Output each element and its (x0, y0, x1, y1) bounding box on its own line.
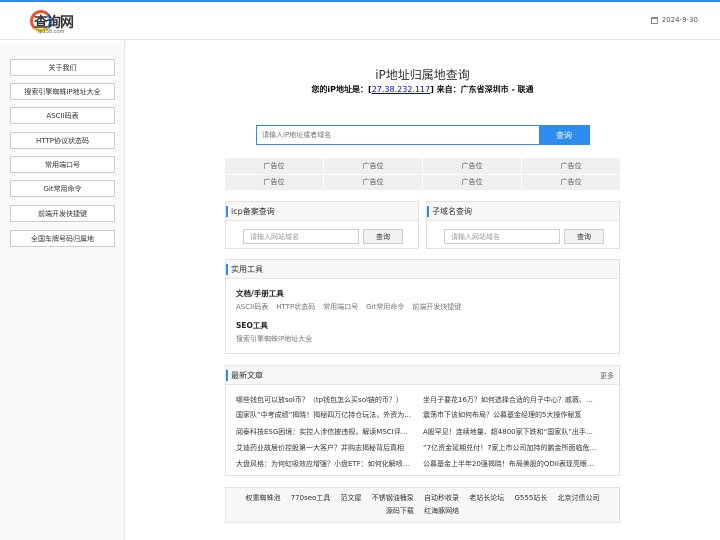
news-item[interactable]: A股罕见！连续地量、超4800家下跌和“国家队”出手，竟... (423, 427, 598, 437)
ad-slot[interactable]: 广告位 (324, 174, 422, 190)
ip-suffix: ] 来自：广东省深圳市 - 联通 (430, 85, 534, 94)
friend-link[interactable]: 自动秒收录 (424, 494, 459, 502)
subdomain-panel: 子域名查询 请输入网站域名 查询 (426, 201, 620, 249)
sidebar: 关于我们 搜索引擎蜘蛛IP地址大全 ASCII码表 HTTP协议状态码 常用端口… (0, 41, 125, 540)
header: 查询网 ip138.com 2024-9-30 (0, 2, 720, 40)
page-title: iP地址归属地查询 (375, 68, 470, 82)
news-item[interactable]: 阅泰科技ESG困境：实控人涉信披违规，解读MSCI评分... (236, 427, 411, 437)
seo-tools-links: 搜索引擎蜘蛛IP地址大全 (236, 334, 312, 344)
sidebar-item-about[interactable]: 关于我们 (10, 59, 115, 76)
news-item[interactable]: 公募基金上半年20强揭晓！布局美股的QDII表现亮眼！... (423, 459, 598, 469)
doc-tools-title: 文档/手册工具 (236, 289, 284, 298)
sidebar-item-plates[interactable]: 全国车牌号码归属地 (10, 230, 115, 247)
tools-panel: 实用工具 文档/手册工具 ASCII码表 HTTP状态码 常用端口号 Git常用… (225, 259, 620, 354)
tool-link-ports[interactable]: 常用端口号 (323, 302, 358, 312)
tool-link-ascii[interactable]: ASCII码表 (236, 302, 268, 312)
ad-slot[interactable]: 广告位 (423, 158, 521, 174)
date-text: 2024-9-30 (661, 16, 698, 24)
icp-search-row: 请输入网站域名 查询 (243, 229, 403, 244)
calendar-icon (650, 16, 658, 24)
news-item[interactable]: 哪些钱包可以放sol币？（tp钱包怎么买sol链的币？） (236, 395, 411, 405)
logo-subtext: ip138.com (38, 29, 65, 35)
sidebar-item-git[interactable]: Git常用命令 (10, 180, 115, 197)
news-panel: 最新文章 更多 哪些钱包可以放sol币？（tp钱包怎么买sol链的币？） 坐月子… (225, 365, 620, 476)
ip-search-input[interactable] (257, 126, 539, 144)
tool-link-shortcuts[interactable]: 前端开发快捷键 (412, 302, 461, 312)
icp-panel: icp备案查询 请输入网站域名 查询 (225, 201, 419, 249)
sidebar-item-ascii[interactable]: ASCII码表 (10, 107, 115, 124)
ad-slot[interactable]: 广告位 (225, 174, 323, 190)
doc-tools-links: ASCII码表 HTTP状态码 常用端口号 Git常用命令 前端开发快捷键 (236, 302, 461, 312)
ad-slot[interactable]: 广告位 (225, 158, 323, 174)
icp-input[interactable]: 请输入网站域名 (243, 229, 359, 244)
news-more-link[interactable]: 更多 (600, 371, 614, 381)
ad-slot[interactable]: 广告位 (423, 174, 521, 190)
ad-slot[interactable]: 广告位 (522, 158, 620, 174)
ip-search-button[interactable]: 查询 (539, 126, 589, 144)
subdomain-panel-title: 子域名查询 (427, 202, 619, 221)
sidebar-item-ports[interactable]: 常用端口号 (10, 156, 115, 173)
friend-link[interactable]: 北京讨债公司 (558, 494, 600, 502)
ad-slot[interactable]: 广告位 (324, 158, 422, 174)
ip-info: 您的iP地址是：[27.38.232.117] 来自：广东省深圳市 - 联通 (225, 84, 620, 95)
date-display: 2024-9-30 (650, 16, 698, 24)
friend-link[interactable]: 不锈钢油桶泵 (372, 494, 414, 502)
tools-panel-title: 实用工具 (226, 260, 619, 279)
friend-link[interactable]: 770seo工具 (291, 494, 331, 502)
ad-grid: 广告位 广告位 广告位 广告位 广告位 广告位 广告位 广告位 (225, 158, 620, 190)
subdomain-search-button[interactable]: 查询 (564, 229, 604, 244)
news-item[interactable]: 国家队“中考成绩”揭晓！揭秘四万亿持仓玩法，外资为... (236, 410, 411, 420)
ad-slot[interactable]: 广告位 (522, 174, 620, 190)
ip-prefix: 您的iP地址是：[ (311, 85, 372, 94)
subdomain-input[interactable]: 请输入网站域名 (444, 229, 560, 244)
friend-link[interactable]: 老站长论坛 (469, 494, 504, 502)
news-item[interactable]: “7亿资金延期兑付！7家上市公司加持的鹏金所面临危机... (423, 443, 598, 453)
news-item[interactable]: 大盘风格：为何虹吸效应增强？小盘ETF：如何化解喷... (236, 459, 411, 469)
friend-link[interactable]: 红海豚网络 (424, 507, 459, 515)
sidebar-item-spider-ips[interactable]: 搜索引擎蜘蛛IP地址大全 (10, 83, 115, 100)
ip-link[interactable]: 27.38.232.117 (372, 85, 431, 94)
friend-link[interactable]: G555站长 (514, 494, 547, 502)
icp-panel-title: icp备案查询 (226, 202, 418, 221)
friend-links: 权重蜘蛛池 770seo工具 范文屋 不锈钢油桶泵 自动秒收录 老站长论坛 G5… (225, 487, 620, 523)
friend-link[interactable]: 范文屋 (341, 494, 362, 502)
seo-tools-title: SEO工具 (236, 321, 268, 330)
friend-link[interactable]: 权重蜘蛛池 (245, 494, 280, 502)
tool-link-spider-ips[interactable]: 搜索引擎蜘蛛IP地址大全 (236, 334, 312, 344)
news-item[interactable]: 艾迪药业故居价控股第一大客户？并购志揭秘背后真相 (236, 443, 411, 453)
icp-search-button[interactable]: 查询 (363, 229, 403, 244)
tool-link-http[interactable]: HTTP状态码 (276, 302, 315, 312)
sidebar-item-http-status[interactable]: HTTP协议状态码 (10, 132, 115, 149)
friend-link[interactable]: 源码下载 (386, 507, 414, 515)
tool-link-git[interactable]: Git常用命令 (366, 302, 404, 312)
sidebar-item-shortcuts[interactable]: 前端开发快捷键 (10, 205, 115, 222)
news-panel-title: 最新文章 (226, 366, 619, 385)
news-item[interactable]: 坐月子要花16万？如何选择合适的月子中心？戚薇、古... (423, 395, 598, 405)
subdomain-search-row: 请输入网站域名 查询 (444, 229, 604, 244)
site-logo[interactable]: 查询网 ip138.com (30, 8, 74, 36)
news-item[interactable]: 震荡市下该如何布局？公募基金经理的5大操作秘笈 (423, 410, 598, 420)
ip-search-box: 查询 (256, 125, 590, 145)
